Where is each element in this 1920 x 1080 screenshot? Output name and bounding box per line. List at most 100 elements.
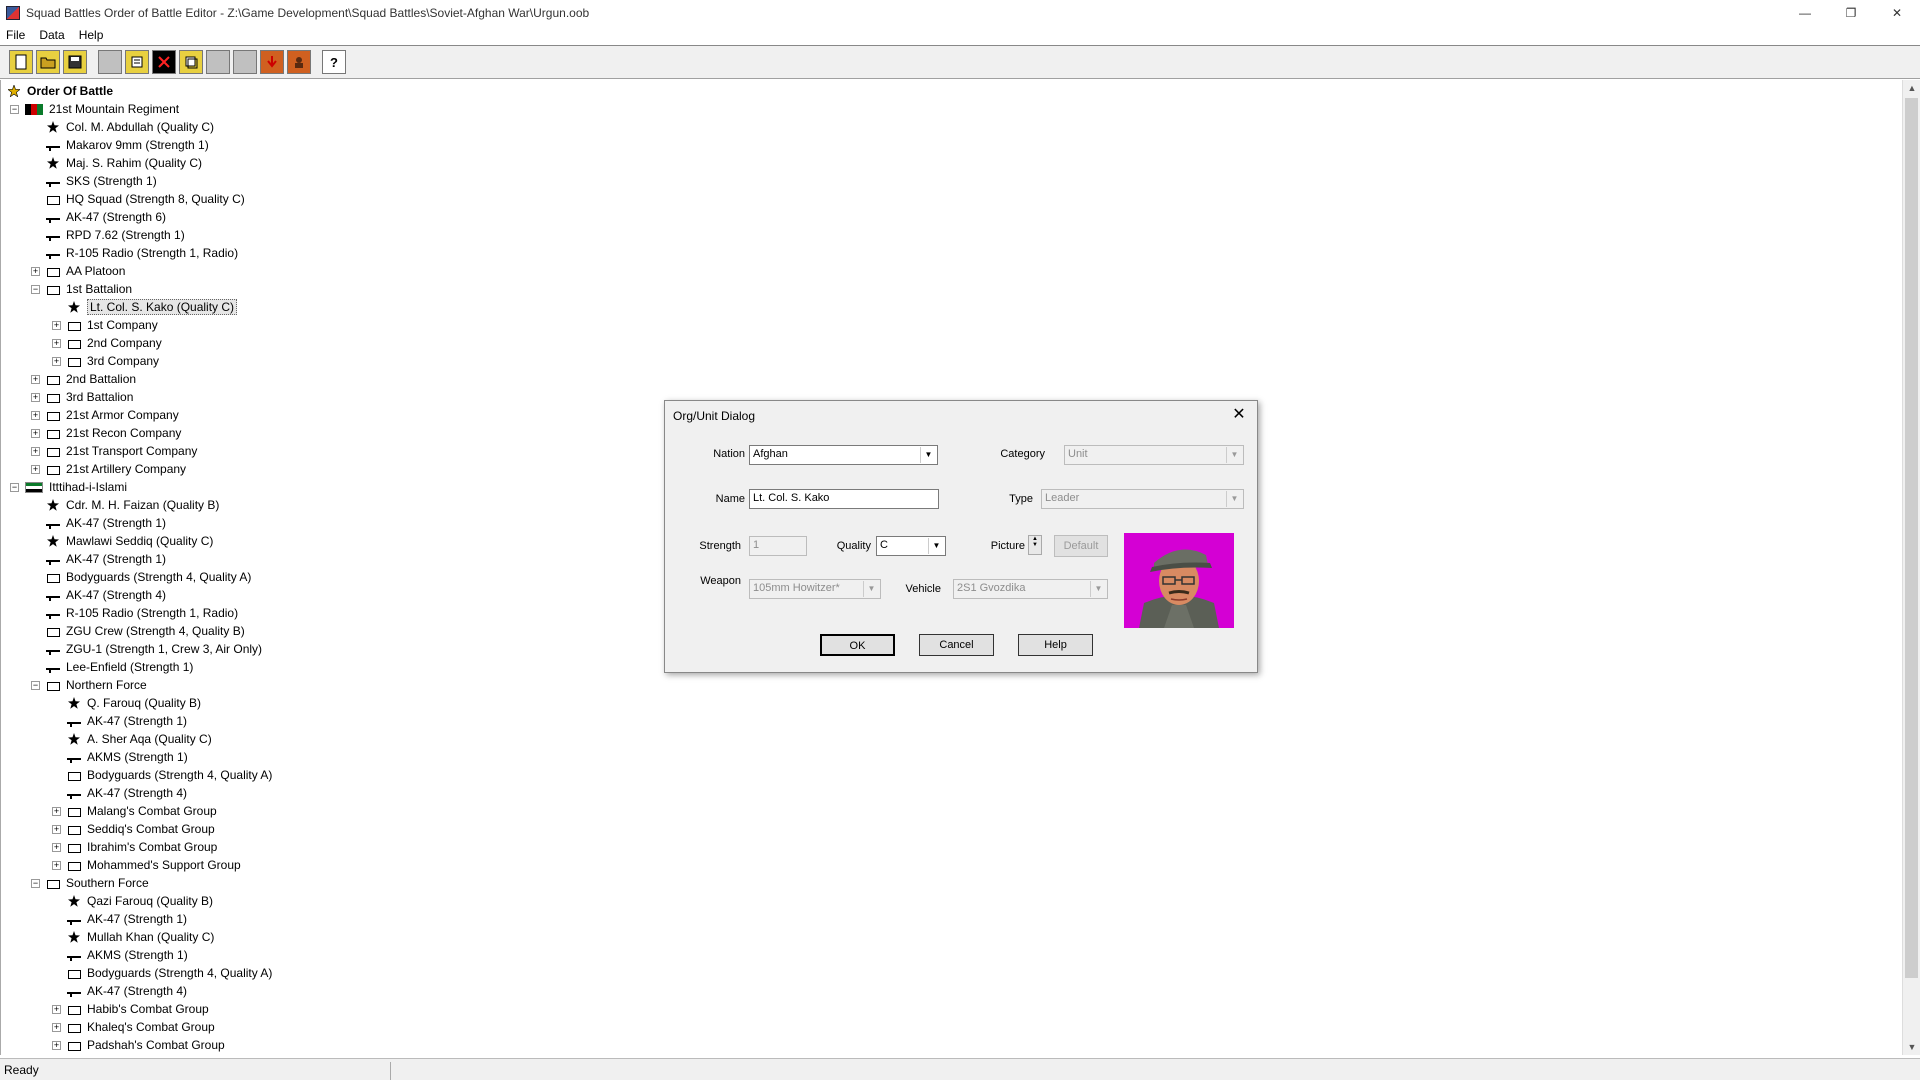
- tree-item[interactable]: Maj. S. Rahim (Quality C): [31, 154, 202, 172]
- expand-icon[interactable]: +: [31, 446, 40, 456]
- menu-data[interactable]: Data: [39, 28, 64, 42]
- menu-file[interactable]: File: [6, 28, 25, 42]
- vertical-scrollbar[interactable]: ▲ ▼: [1902, 80, 1920, 1055]
- collapse-icon[interactable]: −: [31, 680, 40, 690]
- expand-icon[interactable]: +: [52, 320, 61, 330]
- chevron-down-icon[interactable]: ▼: [920, 447, 936, 463]
- spin-down-icon[interactable]: ▼: [1029, 542, 1041, 548]
- expand-icon[interactable]: +: [52, 842, 61, 852]
- delete-icon[interactable]: [152, 50, 176, 74]
- tree-item[interactable]: +21st Armor Company: [31, 406, 179, 424]
- expand-icon[interactable]: +: [52, 824, 61, 834]
- tree-item[interactable]: R-105 Radio (Strength 1, Radio): [31, 244, 238, 262]
- tree-item[interactable]: Bodyguards (Strength 4, Quality A): [52, 964, 272, 982]
- tree-item[interactable]: AK-47 (Strength 1): [31, 514, 166, 532]
- tree-item[interactable]: AK-47 (Strength 1): [52, 910, 187, 928]
- tree-item[interactable]: + Khaleq's Combat Group: [52, 1018, 215, 1036]
- help-button[interactable]: Help: [1018, 634, 1093, 656]
- scroll-down-icon[interactable]: ▼: [1903, 1039, 1920, 1055]
- copy-icon[interactable]: [179, 50, 203, 74]
- expand-icon[interactable]: +: [52, 1040, 61, 1050]
- tree-item[interactable]: + Ibrahim's Combat Group: [52, 838, 217, 856]
- tree-item[interactable]: Bodyguards (Strength 4, Quality A): [31, 568, 251, 586]
- expand-icon[interactable]: +: [31, 428, 40, 438]
- tree-item[interactable]: − Itttihad-i-Islami: [10, 478, 127, 496]
- expand-icon[interactable]: +: [31, 266, 40, 276]
- expand-icon[interactable]: +: [52, 1022, 61, 1032]
- tree-item[interactable]: Lt. Col. S. Kako (Quality C): [52, 298, 238, 316]
- help-icon[interactable]: ?: [322, 50, 346, 74]
- tree-item[interactable]: + Seddiq's Combat Group: [52, 820, 215, 838]
- chevron-down-icon[interactable]: ▼: [928, 538, 944, 554]
- tree-item[interactable]: AKMS (Strength 1): [52, 748, 188, 766]
- tree-item[interactable]: R-105 Radio (Strength 1, Radio): [31, 604, 238, 622]
- restore-button[interactable]: ❐: [1828, 0, 1874, 26]
- tree-item[interactable]: +1st Company: [52, 316, 158, 334]
- tree-item[interactable]: SKS (Strength 1): [31, 172, 157, 190]
- tree-item[interactable]: +21st Artillery Company: [31, 460, 186, 478]
- tree-root[interactable]: Order Of Battle: [7, 82, 113, 100]
- tree-item[interactable]: Q. Farouq (Quality B): [52, 694, 201, 712]
- tree-item[interactable]: + AA Platoon: [31, 262, 125, 280]
- new-icon[interactable]: [9, 50, 33, 74]
- tree-item[interactable]: + Habib's Combat Group: [52, 1000, 209, 1018]
- blank-tool-1[interactable]: [98, 50, 122, 74]
- tree-item[interactable]: Mullah Khan (Quality C): [52, 928, 214, 946]
- tree-item[interactable]: Qazi Farouq (Quality B): [52, 892, 213, 910]
- tree-item[interactable]: ZGU Crew (Strength 4, Quality B): [31, 622, 245, 640]
- tree-item[interactable]: AK-47 (Strength 4): [52, 982, 187, 1000]
- tree-item[interactable]: Mawlawi Seddiq (Quality C): [31, 532, 213, 550]
- expand-icon[interactable]: +: [52, 356, 61, 366]
- scroll-up-icon[interactable]: ▲: [1903, 80, 1920, 96]
- menu-help[interactable]: Help: [79, 28, 104, 42]
- leader-icon[interactable]: [287, 50, 311, 74]
- expand-icon[interactable]: +: [52, 338, 61, 348]
- tree-item[interactable]: Bodyguards (Strength 4, Quality A): [52, 766, 272, 784]
- save-icon[interactable]: [63, 50, 87, 74]
- tree-item[interactable]: Lee-Enfield (Strength 1): [31, 658, 193, 676]
- quality-select[interactable]: C ▼: [876, 536, 946, 556]
- tree-item[interactable]: + Mohammed's Support Group: [52, 856, 241, 874]
- expand-icon[interactable]: +: [31, 374, 40, 384]
- tree-item[interactable]: + Malang's Combat Group: [52, 802, 217, 820]
- collapse-icon[interactable]: −: [31, 284, 40, 294]
- tree-item[interactable]: AK-47 (Strength 1): [31, 550, 166, 568]
- expand-icon[interactable]: +: [31, 410, 40, 420]
- expand-icon[interactable]: +: [31, 392, 40, 402]
- tree-item[interactable]: HQ Squad (Strength 8, Quality C): [31, 190, 245, 208]
- cancel-button[interactable]: Cancel: [919, 634, 994, 656]
- tree-item[interactable]: +3rd Company: [52, 352, 159, 370]
- tree-item[interactable]: A. Sher Aqa (Quality C): [52, 730, 212, 748]
- tree-item[interactable]: Col. M. Abdullah (Quality C): [31, 118, 214, 136]
- tree-item[interactable]: Cdr. M. H. Faizan (Quality B): [31, 496, 219, 514]
- tree-item[interactable]: +2nd Battalion: [31, 370, 136, 388]
- tree-item[interactable]: − Southern Force: [31, 874, 149, 892]
- tree-item[interactable]: − 1st Battalion: [31, 280, 132, 298]
- open-icon[interactable]: [36, 50, 60, 74]
- name-field[interactable]: Lt. Col. S. Kako: [749, 489, 939, 509]
- collapse-icon[interactable]: −: [10, 482, 19, 492]
- tree-item[interactable]: AKMS (Strength 1): [52, 946, 188, 964]
- tree-item[interactable]: AK-47 (Strength 6): [31, 208, 166, 226]
- blank-tool-2[interactable]: [206, 50, 230, 74]
- tree-item[interactable]: +3rd Battalion: [31, 388, 133, 406]
- minimize-button[interactable]: —: [1782, 0, 1828, 26]
- dialog-close-icon[interactable]: ✕: [1229, 405, 1249, 425]
- close-button[interactable]: ✕: [1874, 0, 1920, 26]
- properties-icon[interactable]: [125, 50, 149, 74]
- expand-icon[interactable]: +: [52, 860, 61, 870]
- tree-item[interactable]: − 21st Mountain Regiment: [10, 100, 179, 118]
- tree-item[interactable]: RPD 7.62 (Strength 1): [31, 226, 185, 244]
- ok-button[interactable]: OK: [820, 634, 895, 656]
- tree-item[interactable]: +21st Transport Company: [31, 442, 197, 460]
- import-icon[interactable]: [260, 50, 284, 74]
- tree-item[interactable]: + Padshah's Combat Group: [52, 1036, 225, 1054]
- expand-icon[interactable]: +: [52, 1004, 61, 1014]
- tree-item[interactable]: Makarov 9mm (Strength 1): [31, 136, 209, 154]
- blank-tool-3[interactable]: [233, 50, 257, 74]
- scroll-thumb[interactable]: [1905, 98, 1918, 978]
- tree-item[interactable]: AK-47 (Strength 1): [52, 712, 187, 730]
- picture-spinner[interactable]: ▲ ▼: [1028, 535, 1042, 555]
- nation-select[interactable]: Afghan ▼: [749, 445, 938, 465]
- tree-item[interactable]: AK-47 (Strength 4): [31, 586, 166, 604]
